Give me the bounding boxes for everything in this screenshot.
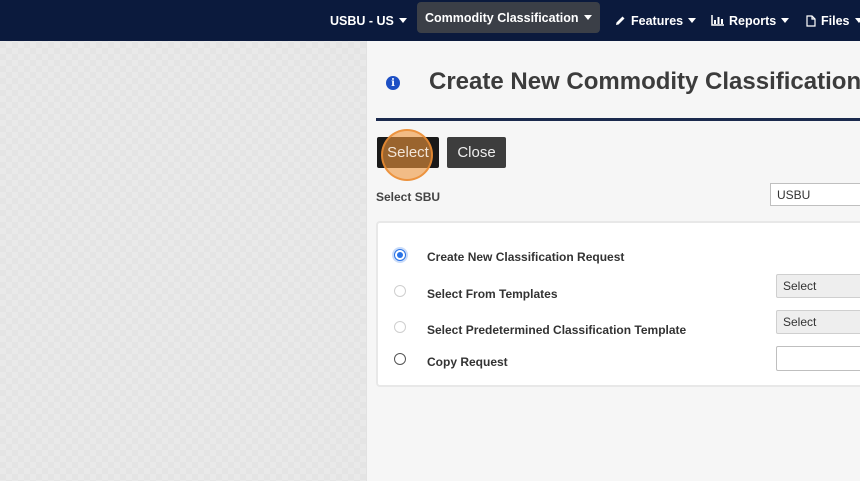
copy-request-input[interactable] (776, 346, 860, 371)
caret-down-icon (583, 15, 592, 20)
sbu-select-value: USBU (777, 187, 811, 202)
caret-down-icon (688, 18, 697, 23)
nav-features-label: Features (631, 13, 684, 28)
nav-commodity-label: Commodity Classification (425, 10, 579, 25)
title-divider (376, 118, 860, 121)
nav-files-label: Files (821, 13, 850, 28)
option-copy-request-label: Copy Request (427, 355, 508, 369)
nav-sbu-label: USBU - US (330, 13, 394, 28)
nav-files-dropdown[interactable]: Files (806, 0, 860, 41)
caret-down-icon (781, 18, 790, 23)
option-select-templates-label: Select From Templates (427, 287, 558, 301)
predetermined-select-value: Select (783, 315, 817, 329)
radio-select-from-templates[interactable] (394, 285, 406, 297)
nav-sbu-dropdown[interactable]: USBU - US (330, 0, 407, 41)
top-navigation-bar: USBU - US Commodity Classification Featu… (0, 0, 860, 41)
templates-select[interactable]: Select (776, 274, 860, 298)
pencil-icon (615, 15, 626, 26)
radio-copy-request[interactable] (394, 353, 406, 365)
page-title: Create New Commodity Classification (429, 68, 860, 95)
bar-chart-icon (711, 15, 724, 26)
nav-reports-dropdown[interactable]: Reports (711, 0, 790, 41)
sbu-select[interactable]: USBU (770, 183, 860, 206)
nav-reports-label: Reports (729, 13, 777, 28)
sbu-label: Select SBU (376, 190, 441, 204)
nav-commodity-classification-dropdown[interactable]: Commodity Classification (417, 2, 600, 33)
radio-create-new[interactable] (394, 249, 406, 261)
select-button-label: Select (387, 144, 429, 161)
radio-predetermined-template[interactable] (394, 321, 406, 333)
close-button-label: Close (457, 144, 496, 161)
templates-select-value: Select (783, 279, 817, 293)
caret-down-icon (398, 18, 407, 23)
close-button[interactable]: Close (447, 137, 506, 168)
option-create-new-label: Create New Classification Request (427, 250, 625, 264)
option-predetermined-label: Select Predetermined Classification Temp… (427, 323, 687, 337)
predetermined-template-select[interactable]: Select (776, 310, 860, 334)
info-icon: i (386, 76, 400, 90)
nav-features-dropdown[interactable]: Features (615, 0, 697, 41)
select-button[interactable]: Select (377, 137, 439, 168)
caret-down-icon (854, 18, 860, 23)
file-icon (806, 14, 816, 27)
